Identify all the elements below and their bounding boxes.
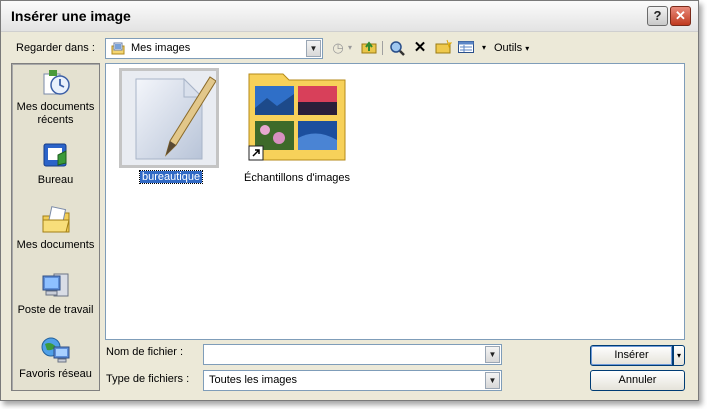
file-list[interactable]: bureautique Échantillons d'images bbox=[105, 63, 685, 340]
toolbar-separator bbox=[382, 41, 383, 55]
cancel-label: Annuler bbox=[618, 374, 657, 386]
filetype-value: Toutes les images bbox=[209, 374, 298, 386]
file-name-sample-pictures[interactable]: Échantillons d'images bbox=[244, 172, 350, 184]
look-in-label: Regarder dans : bbox=[16, 42, 95, 54]
views-icon[interactable] bbox=[457, 39, 475, 57]
look-in-value: Mes images bbox=[131, 42, 191, 54]
recent-documents-icon bbox=[40, 68, 72, 98]
delete-icon[interactable]: ✕ bbox=[411, 39, 429, 57]
file-name-bureautique[interactable]: bureautique bbox=[138, 170, 204, 184]
close-icon: ✕ bbox=[675, 8, 686, 23]
chevron-down-icon[interactable]: ▼ bbox=[485, 372, 500, 389]
my-documents-icon bbox=[40, 206, 72, 236]
desktop-icon bbox=[40, 141, 72, 171]
chevron-down-icon[interactable]: ▼ bbox=[485, 346, 500, 363]
place-my-computer[interactable]: Poste de travail bbox=[12, 271, 99, 317]
help-button[interactable]: ? bbox=[647, 6, 668, 26]
places-bar: Mes documents récents Bureau Mes documen… bbox=[11, 63, 100, 391]
my-computer-icon bbox=[40, 271, 72, 301]
chevron-down-icon[interactable]: ▼ bbox=[306, 40, 321, 57]
insert-dropdown-button[interactable]: ▾ bbox=[673, 345, 685, 366]
search-web-icon[interactable] bbox=[388, 39, 406, 57]
filename-label: Nom de fichier : bbox=[106, 346, 184, 358]
dialog-title: Insérer une image bbox=[11, 8, 131, 24]
insert-label: Insérer bbox=[614, 349, 649, 361]
place-label: Mes documents bbox=[16, 239, 95, 251]
up-folder-icon[interactable] bbox=[360, 39, 378, 57]
insert-button[interactable]: Insérer bbox=[590, 345, 673, 366]
chevron-down-icon: ▾ bbox=[525, 44, 530, 53]
place-recent-documents[interactable]: Mes documents récents bbox=[12, 68, 99, 127]
document-pencil-icon bbox=[135, 76, 216, 160]
place-label: Poste de travail bbox=[17, 304, 94, 316]
file-item-sample-pictures[interactable] bbox=[247, 68, 347, 168]
picture-folder-icon bbox=[248, 73, 346, 161]
file-item-bureautique[interactable] bbox=[119, 68, 219, 168]
place-my-documents[interactable]: Mes documents bbox=[12, 206, 99, 252]
filetype-label: Type de fichiers : bbox=[106, 373, 190, 385]
chevron-down-icon: ▾ bbox=[676, 351, 681, 360]
network-places-icon bbox=[40, 335, 72, 365]
pictures-folder-icon bbox=[111, 42, 125, 55]
look-in-combo[interactable]: Mes images ▼ bbox=[105, 38, 323, 59]
cancel-button[interactable]: Annuler bbox=[590, 370, 685, 391]
views-dropdown-icon[interactable]: ▾ bbox=[479, 39, 489, 57]
new-folder-icon[interactable] bbox=[434, 39, 453, 57]
tools-label: Outils bbox=[494, 42, 523, 54]
filetype-combo[interactable]: Toutes les images ▼ bbox=[203, 370, 502, 391]
help-icon: ? bbox=[653, 8, 662, 23]
close-button[interactable]: ✕ bbox=[670, 6, 691, 26]
place-label: Favoris réseau bbox=[19, 368, 92, 380]
insert-picture-dialog: Insérer une image ? ✕ Regarder dans : Me… bbox=[0, 0, 699, 401]
filename-combo[interactable]: ▼ bbox=[203, 344, 502, 365]
title-bar[interactable]: Insérer une image ? ✕ bbox=[1, 1, 698, 32]
place-label: Mes documents récents bbox=[16, 101, 95, 126]
place-network[interactable]: Favoris réseau bbox=[12, 335, 99, 381]
place-desktop[interactable]: Bureau bbox=[12, 141, 99, 187]
back-dropdown-icon[interactable]: ▾ bbox=[345, 39, 355, 57]
place-label: Bureau bbox=[37, 174, 74, 186]
tools-menu[interactable]: Outils ▾ bbox=[494, 42, 529, 54]
